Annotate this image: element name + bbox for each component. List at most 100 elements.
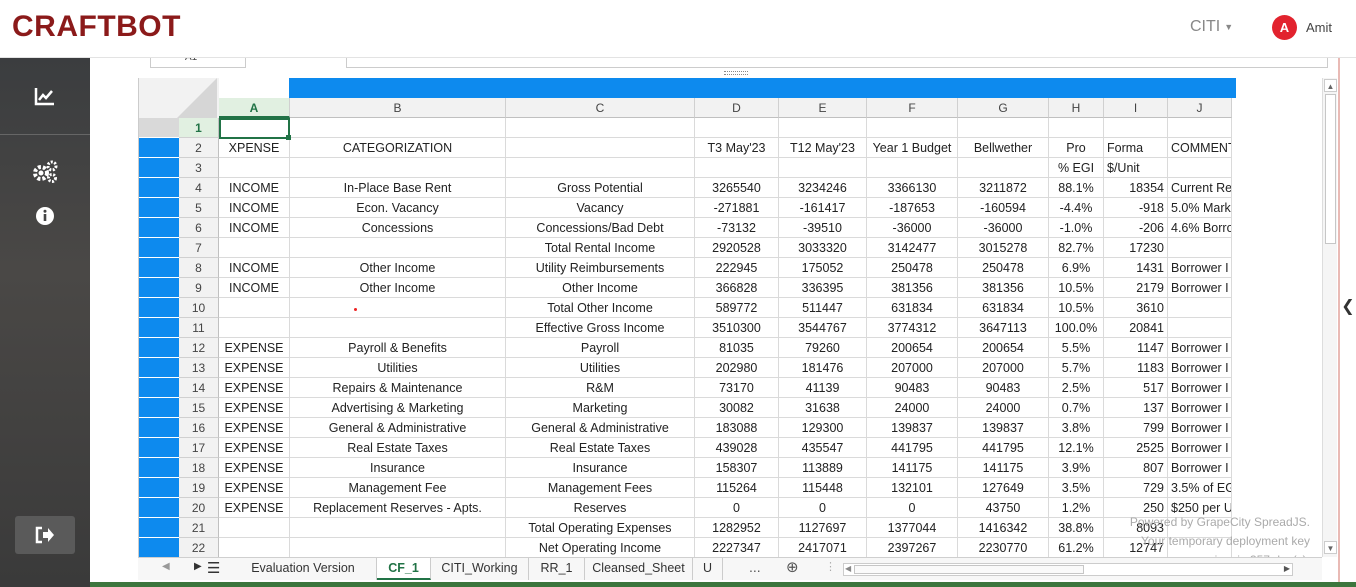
cell-c7[interactable]: Total Rental Income (506, 238, 695, 258)
cell-j13[interactable]: Borrower I (1168, 358, 1232, 378)
tab-prev-icon[interactable]: ◀ (162, 561, 170, 572)
cell-j18[interactable]: Borrower I (1168, 458, 1232, 478)
cell-d12[interactable]: 81035 (695, 338, 779, 358)
cell-e17[interactable]: 435547 (779, 438, 867, 458)
cell-a18[interactable]: EXPENSE (219, 458, 290, 478)
row-header[interactable]: 18 (179, 458, 219, 478)
cell-i8[interactable]: 1431 (1104, 258, 1168, 278)
row-header[interactable]: 16 (179, 418, 219, 438)
cell-h6[interactable]: -1.0% (1049, 218, 1104, 238)
resize-grip[interactable] (724, 71, 748, 75)
cell-d5[interactable]: -271881 (695, 198, 779, 218)
cell-e16[interactable]: 129300 (779, 418, 867, 438)
cell-d6[interactable]: -73132 (695, 218, 779, 238)
cell-j5[interactable]: 5.0% Mark (1168, 198, 1232, 218)
cell-c6[interactable]: Concessions/Bad Debt (506, 218, 695, 238)
column-header-i[interactable]: I (1104, 98, 1168, 118)
cell-i12[interactable]: 1147 (1104, 338, 1168, 358)
row-header[interactable]: 21 (179, 518, 219, 538)
cell-g15[interactable]: 24000 (958, 398, 1049, 418)
cell-g6[interactable]: -36000 (958, 218, 1049, 238)
cell-c21[interactable]: Total Operating Expenses (506, 518, 695, 538)
cell-g17[interactable]: 441795 (958, 438, 1049, 458)
fill-handle[interactable] (286, 135, 291, 140)
cell-h17[interactable]: 12.1% (1049, 438, 1104, 458)
cell-f20[interactable]: 0 (867, 498, 958, 518)
cell-f18[interactable]: 141175 (867, 458, 958, 478)
cell-a7[interactable] (219, 238, 290, 258)
cell-c5[interactable]: Vacancy (506, 198, 695, 218)
cell-c16[interactable]: General & Administrative (506, 418, 695, 438)
cell-h11[interactable]: 100.0% (1049, 318, 1104, 338)
app-logo[interactable]: CRAFTBOT (12, 10, 181, 44)
cell-c8[interactable]: Utility Reimbursements (506, 258, 695, 278)
cell-j19[interactable]: 3.5% of EG (1168, 478, 1232, 498)
cell-f8[interactable]: 250478 (867, 258, 958, 278)
cell-c10[interactable]: Total Other Income (506, 298, 695, 318)
cell-j1[interactable] (1168, 118, 1232, 138)
cell-c17[interactable]: Real Estate Taxes (506, 438, 695, 458)
cell-a20[interactable]: EXPENSE (219, 498, 290, 518)
cell-f22[interactable]: 2397267 (867, 538, 958, 557)
cell-g7[interactable]: 3015278 (958, 238, 1049, 258)
cell-g11[interactable]: 3647113 (958, 318, 1049, 338)
sheet-tab[interactable]: Evaluation Version (230, 558, 377, 580)
cell-d13[interactable]: 202980 (695, 358, 779, 378)
cell-i18[interactable]: 807 (1104, 458, 1168, 478)
add-sheet-button[interactable]: ⊕ (786, 558, 799, 576)
vertical-scroll-thumb[interactable] (1325, 94, 1336, 244)
cell-j6[interactable]: 4.6% Borro (1168, 218, 1232, 238)
cell-b21[interactable] (290, 518, 506, 538)
cell-g13[interactable]: 207000 (958, 358, 1049, 378)
cell-e8[interactable]: 175052 (779, 258, 867, 278)
cell-c20[interactable]: Reserves (506, 498, 695, 518)
cell-h19[interactable]: 3.5% (1049, 478, 1104, 498)
column-header-g[interactable]: G (958, 98, 1049, 118)
cell-e6[interactable]: -39510 (779, 218, 867, 238)
cell-a5[interactable]: INCOME (219, 198, 290, 218)
select-all-corner[interactable] (139, 78, 219, 118)
cell-a14[interactable]: EXPENSE (219, 378, 290, 398)
cell-d2[interactable]: T3 May'23 (695, 138, 779, 158)
cell-d20[interactable]: 0 (695, 498, 779, 518)
row-header[interactable]: 5 (179, 198, 219, 218)
client-selector[interactable]: CITI ▼ (1190, 18, 1233, 36)
cell-i6[interactable]: -206 (1104, 218, 1168, 238)
cell-e12[interactable]: 79260 (779, 338, 867, 358)
column-header-f[interactable]: F (867, 98, 958, 118)
tab-list-icon[interactable]: ☰ (207, 559, 220, 577)
row-header[interactable]: 22 (179, 538, 219, 557)
row-header[interactable]: 15 (179, 398, 219, 418)
cell-j8[interactable]: Borrower I (1168, 258, 1232, 278)
row-header[interactable]: 13 (179, 358, 219, 378)
cell-a17[interactable]: EXPENSE (219, 438, 290, 458)
cell-j9[interactable]: Borrower I (1168, 278, 1232, 298)
cell-c11[interactable]: Effective Gross Income (506, 318, 695, 338)
cell-a15[interactable]: EXPENSE (219, 398, 290, 418)
column-header-e[interactable]: E (779, 98, 867, 118)
cell-h18[interactable]: 3.9% (1049, 458, 1104, 478)
cell-g19[interactable]: 127649 (958, 478, 1049, 498)
sheet-tab[interactable]: CF_1 (377, 558, 431, 580)
cell-f11[interactable]: 3774312 (867, 318, 958, 338)
cell-a12[interactable]: EXPENSE (219, 338, 290, 358)
cell-h15[interactable]: 0.7% (1049, 398, 1104, 418)
cell-a22[interactable] (219, 538, 290, 557)
cell-b1[interactable] (290, 118, 506, 138)
cell-b13[interactable]: Utilities (290, 358, 506, 378)
cell-d7[interactable]: 2920528 (695, 238, 779, 258)
cell-h2[interactable]: Pro (1049, 138, 1104, 158)
cell-j4[interactable]: Current Re (1168, 178, 1232, 198)
row-header[interactable]: 10 (179, 298, 219, 318)
column-header-d[interactable]: D (695, 98, 779, 118)
cell-j17[interactable]: Borrower I (1168, 438, 1232, 458)
cell-e13[interactable]: 181476 (779, 358, 867, 378)
scroll-up-icon[interactable]: ▲ (1324, 79, 1337, 92)
cell-c19[interactable]: Management Fees (506, 478, 695, 498)
sheet-tab[interactable]: Cleansed_Sheet (585, 558, 693, 580)
cell-d14[interactable]: 73170 (695, 378, 779, 398)
cell-i19[interactable]: 729 (1104, 478, 1168, 498)
tab-more-button[interactable]: ... (749, 559, 761, 575)
cell-d21[interactable]: 1282952 (695, 518, 779, 538)
cell-b20[interactable]: Replacement Reserves - Apts. (290, 498, 506, 518)
